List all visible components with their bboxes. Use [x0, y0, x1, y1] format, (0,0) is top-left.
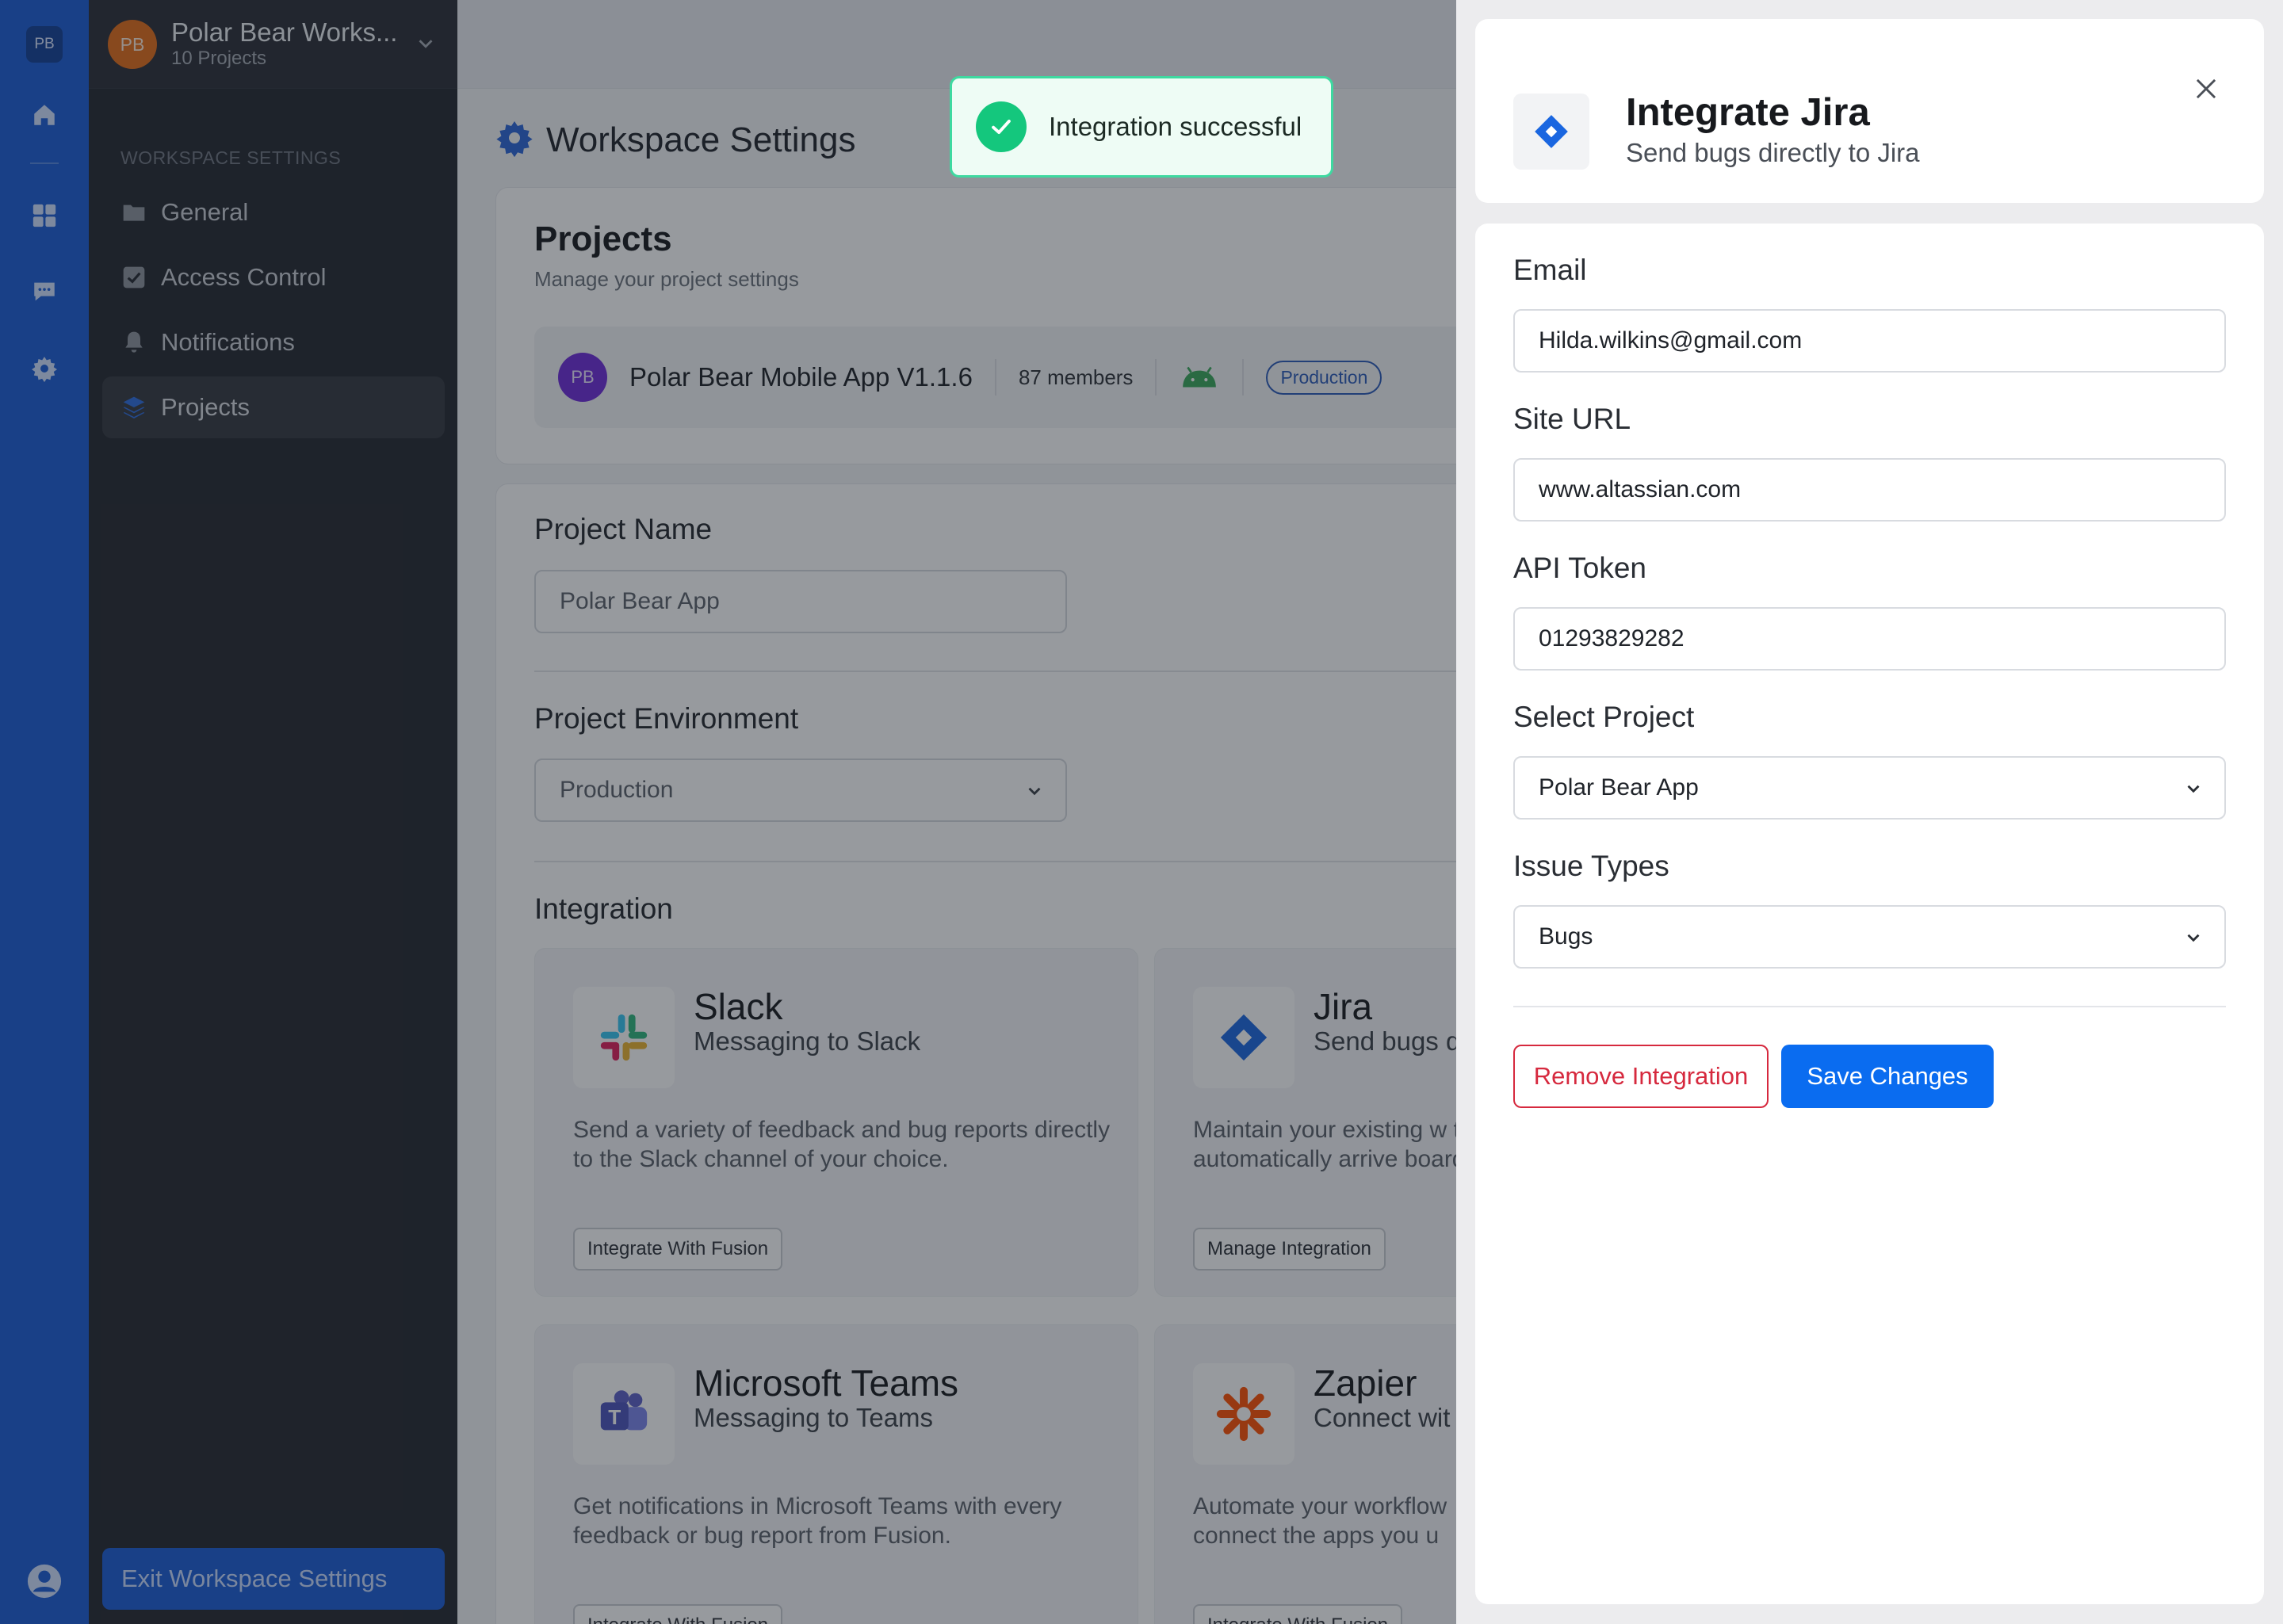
- remove-integration-button[interactable]: Remove Integration: [1513, 1045, 1769, 1108]
- jira-icon: [1513, 94, 1589, 170]
- save-changes-button[interactable]: Save Changes: [1781, 1045, 1994, 1108]
- selected-value: Polar Bear App: [1539, 774, 1699, 801]
- toast-message: Integration successful: [1049, 112, 1302, 141]
- close-icon[interactable]: [2189, 71, 2224, 106]
- check-circle-icon: [976, 101, 1027, 152]
- modal-backdrop[interactable]: [0, 0, 1456, 1624]
- drawer-header: Integrate Jira Send bugs directly to Jir…: [1475, 19, 2264, 203]
- issue-types-select[interactable]: Bugs: [1513, 905, 2226, 969]
- email-label: Email: [1513, 254, 1587, 286]
- select-project-label: Select Project: [1513, 701, 1695, 733]
- integration-drawer: Integrate Jira Send bugs directly to Jir…: [1456, 0, 2283, 1624]
- drawer-title: Integrate Jira: [1626, 91, 1870, 134]
- email-field[interactable]: Hilda.wilkins@gmail.com: [1513, 309, 2226, 373]
- chevron-down-icon: [2183, 778, 2204, 799]
- success-toast: Integration successful: [950, 76, 1333, 178]
- drawer-subtitle: Send bugs directly to Jira: [1626, 138, 1920, 167]
- issue-types-label: Issue Types: [1513, 850, 1669, 882]
- project-select[interactable]: Polar Bear App: [1513, 756, 2226, 820]
- divider: [1513, 1006, 2226, 1007]
- api-token-field[interactable]: 01293829282: [1513, 607, 2226, 671]
- api-token-label: API Token: [1513, 552, 1646, 584]
- site-url-label: Site URL: [1513, 403, 1631, 435]
- chevron-down-icon: [2183, 927, 2204, 948]
- selected-value: Bugs: [1539, 923, 1593, 950]
- drawer-form: Email Hilda.wilkins@gmail.com Site URL w…: [1475, 224, 2264, 1604]
- site-url-field[interactable]: www.altassian.com: [1513, 458, 2226, 522]
